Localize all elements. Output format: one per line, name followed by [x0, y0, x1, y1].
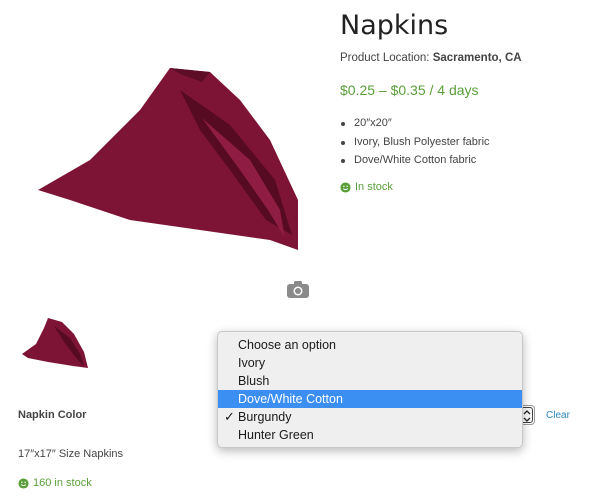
product-location: Product Location: Sacramento, CA — [340, 52, 522, 64]
feature-item: 20″x20″ — [340, 114, 490, 133]
option-label: Dove/White Cotton — [238, 392, 343, 406]
sub-product-stock: 160 in stock — [18, 477, 92, 489]
option-label: Hunter Green — [238, 428, 314, 442]
option-label: Burgundy — [238, 410, 292, 424]
product-price: $0.25 – $0.35 / 4 days — [340, 82, 479, 98]
product-thumbnail[interactable] — [18, 314, 92, 372]
dropdown-option-dove-white-cotton[interactable]: Dove/White Cotton — [218, 390, 522, 408]
stock-count: 160 in stock — [33, 477, 92, 489]
camera-icon[interactable] — [286, 279, 310, 299]
smiley-icon — [18, 477, 29, 489]
feature-item: Ivory, Blush Polyester fabric — [340, 133, 490, 152]
feature-list: 20″x20″ Ivory, Blush Polyester fabric Do… — [340, 114, 490, 170]
dropdown-option-burgundy[interactable]: ✓ Burgundy — [218, 408, 522, 426]
sub-product-size: 17″x17″ Size Napkins — [18, 448, 124, 460]
stock-label: In stock — [355, 181, 393, 193]
checkmark-icon: ✓ — [224, 409, 235, 424]
napkin-color-label: Napkin Color — [18, 409, 87, 421]
dropdown-option-hunter-green[interactable]: Hunter Green — [218, 426, 522, 444]
dropdown-option-blush[interactable]: Blush — [218, 372, 522, 390]
option-label: Blush — [238, 374, 270, 388]
location-value: Sacramento, CA — [432, 52, 522, 64]
stock-status: In stock — [340, 181, 393, 193]
dropdown-option-ivory[interactable]: Ivory — [218, 354, 522, 372]
smiley-icon — [340, 181, 351, 193]
dropdown-option-choose[interactable]: Choose an option — [218, 336, 522, 354]
option-label: Choose an option — [238, 338, 336, 352]
product-main-image[interactable] — [30, 60, 310, 260]
feature-item: Dove/White Cotton fabric — [340, 151, 490, 170]
color-dropdown-menu: Choose an option Ivory Blush Dove/White … — [217, 331, 523, 448]
clear-link[interactable]: Clear — [546, 410, 570, 421]
product-title: Napkins — [340, 10, 449, 41]
option-label: Ivory — [238, 356, 266, 370]
location-label: Product Location: — [340, 52, 430, 64]
